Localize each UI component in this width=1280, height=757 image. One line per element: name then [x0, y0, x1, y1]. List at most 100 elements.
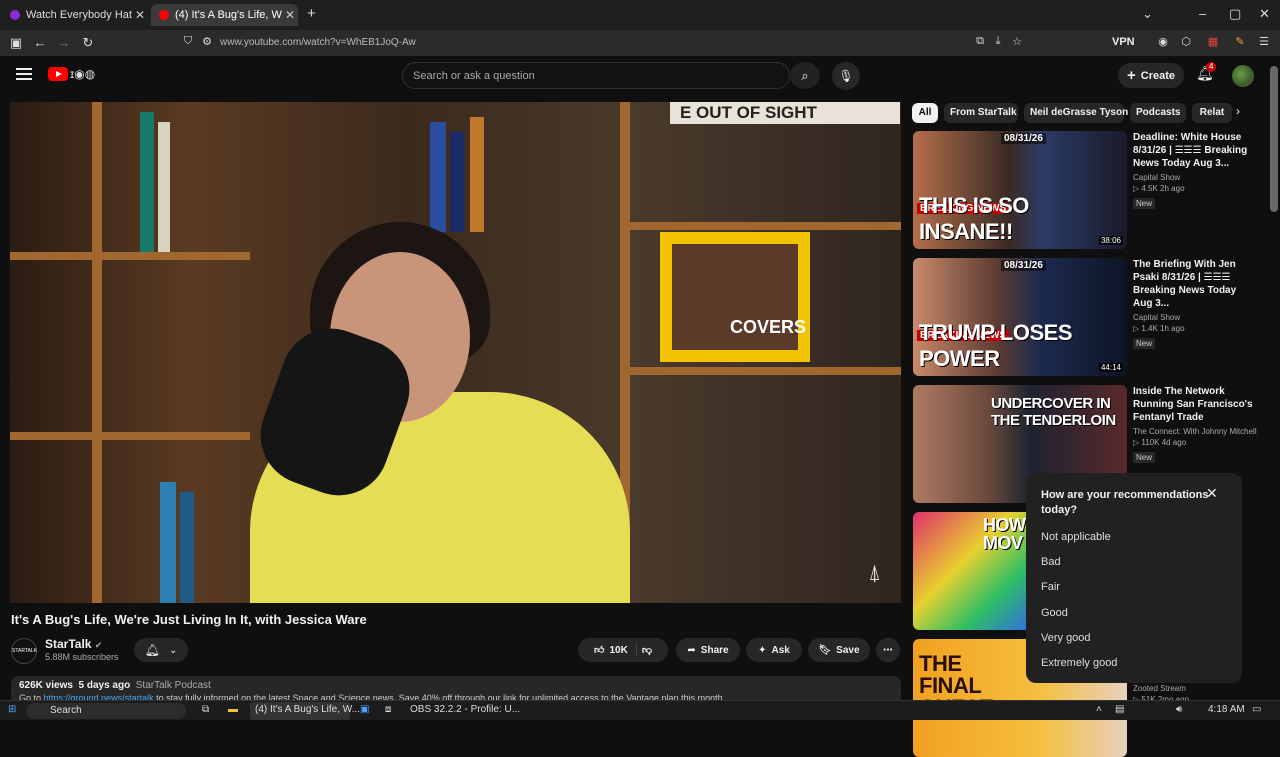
create-button[interactable]: + Create — [1118, 63, 1184, 88]
browser-tab-2[interactable]: (4) It's A Bug's Life, We're Just L ✕ — [151, 4, 298, 26]
recommendation-channel[interactable]: Capital Show — [1133, 173, 1257, 182]
youtube-header: ɪ◉◍ Search or ask a question ⌕ 🎙︎ + Crea… — [0, 56, 1268, 96]
download-icon[interactable]: ⤓ — [990, 35, 1006, 48]
chevron-right-icon[interactable]: › — [1236, 104, 1240, 118]
scrollbar-thumb[interactable] — [1270, 66, 1278, 212]
recommendation-channel[interactable]: Capital Show — [1133, 313, 1257, 322]
menu-icon[interactable] — [16, 68, 32, 80]
option-good[interactable]: Good — [1041, 607, 1068, 619]
forward-icon[interactable]: → — [56, 35, 72, 50]
recommendation-channel[interactable]: Zooted Stream — [1133, 684, 1257, 693]
recommendation-card[interactable]: 08/31/26 BREAKING NEWS THIS IS SO INSANE… — [913, 131, 1256, 249]
notifications-icon[interactable]: ▭ — [1252, 704, 1261, 715]
volume-icon[interactable]: 🔊︎ — [1176, 704, 1182, 715]
tab-close-icon[interactable]: ✕ — [282, 8, 298, 22]
channel-watermark-icon[interactable]: ⍋ — [868, 560, 881, 586]
tab-close-icon[interactable]: ✕ — [132, 8, 148, 22]
recommendation-title[interactable]: Inside The Network Running San Francisco… — [1133, 385, 1257, 424]
like-button[interactable]: 👍︎ 10K — [594, 644, 637, 656]
reload-icon[interactable]: ↻ — [80, 35, 96, 51]
recommendation-channel[interactable]: The Connect: With Johnny Mitchell — [1133, 427, 1257, 436]
browser-tab-1[interactable]: Watch Everybody Hates Chris S ✕ — [2, 4, 148, 26]
create-label: Create — [1140, 69, 1175, 82]
chip-podcasts[interactable]: Podcasts — [1130, 103, 1186, 123]
taskbar-app-icon[interactable]: ⧈ — [385, 704, 391, 715]
taskbar-app-browser[interactable]: (4) It's A Bug's Life, W... — [255, 704, 360, 715]
video-thumbnail[interactable]: 08/31/26 BREAKING NEWS TRUMP LOSES POWER… — [913, 258, 1127, 376]
recommendation-title[interactable]: The Briefing With Jen Psaki 8/31/26 | ☰☰… — [1133, 258, 1257, 310]
dislike-button[interactable]: 👎︎ — [642, 644, 652, 656]
recommendation-filter-chips: All From StarTalk Neil deGrasse Tyson Po… — [912, 103, 1256, 123]
tab-label: (4) It's A Bug's Life, We're Just L — [175, 9, 282, 21]
view-count: 626K views — [19, 680, 73, 691]
description-tag[interactable]: StarTalk Podcast — [136, 680, 211, 691]
tab-list-icon[interactable]: ⌄ — [1142, 6, 1153, 22]
taskbar-search[interactable]: Search — [26, 703, 186, 719]
tray-icon[interactable]: ▤ — [1115, 704, 1124, 715]
popup-question: How are your recommendations today? — [1041, 489, 1209, 516]
youtube-logo-icon[interactable] — [48, 67, 68, 81]
windows-taskbar: ⊞ Search ⧉ ▬ (4) It's A Bug's Life, W...… — [0, 700, 1280, 720]
option-very-good[interactable]: Very good — [1041, 632, 1091, 644]
taskbar-clock[interactable]: 4:18 AM — [1208, 704, 1245, 715]
video-thumbnail[interactable]: 08/31/26 BREAKING NEWS THIS IS SO INSANE… — [913, 131, 1127, 249]
microphone-icon[interactable]: 🎙︎ — [832, 62, 860, 90]
subscription-bell-button[interactable]: 🔔︎ ⌄ — [134, 638, 188, 662]
file-explorer-icon[interactable]: ▬ — [228, 704, 238, 715]
chip-from-startalk[interactable]: From StarTalk — [944, 103, 1018, 123]
screenshot-icon[interactable]: ⧉ — [972, 35, 988, 48]
account-icon[interactable]: ◉ — [1155, 35, 1171, 48]
video-player[interactable]: E OUT OF SIGHT COVERS ⍋ — [10, 102, 901, 603]
close-icon[interactable]: ✕ — [1206, 485, 1218, 502]
search-input[interactable]: Search or ask a question — [402, 62, 790, 89]
address-bar: ▣ ← → ↻ ⛉ ⚙ www.youtube.com/watch?v=WhEB… — [0, 30, 1280, 56]
more-actions-icon[interactable]: ⋯ — [876, 638, 900, 662]
extensions-icon[interactable]: ⬡ — [1178, 35, 1194, 48]
windows-start-icon[interactable]: ⊞ — [8, 704, 16, 715]
browser-menu-icon[interactable]: ☰ — [1256, 35, 1272, 48]
upload-age: 5 days ago — [78, 680, 131, 691]
browser-tab-bar: Watch Everybody Hates Chris S ✕ (4) It's… — [0, 0, 1280, 30]
thumbnail-text: THIS IS SO INSANE!! — [919, 193, 1029, 244]
youtube-doodle-icon[interactable]: ɪ◉◍ — [70, 67, 95, 81]
shield-icon[interactable]: ⛉ — [180, 35, 196, 48]
share-button[interactable]: ➦ Share — [676, 638, 740, 662]
taskbar-app-obs[interactable]: OBS 32.2.2 - Profile: U... — [410, 704, 520, 715]
recommendation-card[interactable]: 08/31/26 BREAKING NEWS TRUMP LOSES POWER… — [913, 258, 1256, 376]
taskbar-app-icon[interactable]: ▣ — [360, 704, 369, 715]
thumbnail-text: UNDERCOVER IN THE TENDERLOIN — [991, 395, 1116, 429]
chip-related[interactable]: Relat — [1192, 103, 1232, 123]
back-icon[interactable]: ← — [32, 35, 48, 50]
sidebar-toggle-icon[interactable]: ▣ — [8, 35, 24, 51]
option-bad[interactable]: Bad — [1041, 556, 1061, 568]
chip-neil-degrasse-tyson[interactable]: Neil deGrasse Tyson — [1024, 103, 1128, 123]
extension-red-icon[interactable]: ▦ — [1205, 35, 1221, 48]
maximize-icon[interactable]: ▢ — [1229, 6, 1241, 22]
search-icon[interactable]: ⌕ — [790, 62, 820, 89]
option-extremely-good[interactable]: Extremely good — [1041, 657, 1117, 669]
ask-button[interactable]: ✦ Ask — [746, 638, 802, 662]
magazine-cover-image — [660, 232, 810, 362]
thumbnail-text: TRUMP LOSES POWER — [919, 320, 1073, 371]
site-settings-icon[interactable]: ⚙ — [199, 35, 215, 48]
minimize-icon[interactable]: – — [1199, 6, 1206, 21]
user-avatar[interactable] — [1232, 65, 1254, 87]
tab-favicon-icon — [10, 10, 20, 20]
channel-avatar[interactable]: STARTALK — [11, 638, 37, 664]
bookmark-star-icon[interactable]: ☆ — [1009, 35, 1025, 48]
option-not-applicable[interactable]: Not applicable — [1041, 531, 1111, 543]
url-field[interactable]: www.youtube.com/watch?v=WhEB1JoQ-Aw — [220, 37, 416, 48]
task-view-icon[interactable]: ⧉ — [202, 704, 209, 715]
extension-orange-icon[interactable]: ✎ — [1232, 35, 1248, 48]
save-button[interactable]: 🔖︎ Save — [808, 638, 870, 662]
option-fair[interactable]: Fair — [1041, 581, 1060, 593]
tray-chevron-icon[interactable]: ˄ — [1096, 704, 1102, 715]
share-icon: ➦ — [687, 644, 696, 656]
channel-name[interactable]: StarTalk ✔︎ — [45, 637, 102, 651]
new-tab-button[interactable]: + — [307, 5, 316, 22]
taskbar-search-label: Search — [50, 705, 82, 716]
window-close-icon[interactable]: ✕ — [1259, 6, 1270, 22]
recommendation-title[interactable]: Deadline: White House 8/31/26 | ☰☰☰ Brea… — [1133, 131, 1257, 170]
chip-all[interactable]: All — [912, 103, 938, 123]
vpn-button[interactable]: VPN — [1112, 36, 1135, 48]
